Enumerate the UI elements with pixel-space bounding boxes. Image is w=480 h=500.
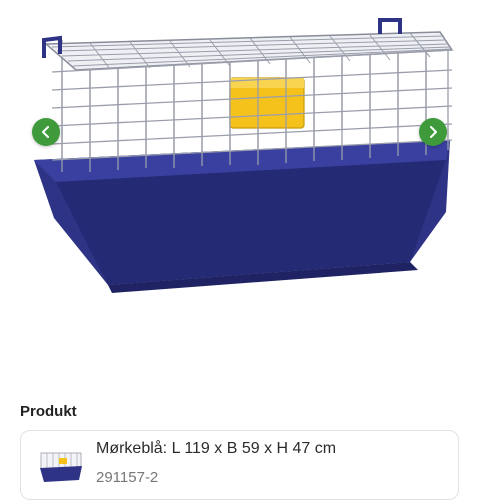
chevron-left-icon <box>42 126 49 138</box>
gallery-next-button[interactable] <box>419 118 447 146</box>
product-section-title: Produkt <box>20 403 77 420</box>
chevron-right-icon <box>430 126 437 138</box>
product-variant-option[interactable]: Mørkeblå: L 119 x B 59 x H 47 cm 291157-… <box>20 430 459 500</box>
variant-sku: 291157-2 <box>96 469 159 486</box>
gallery-prev-button[interactable] <box>32 118 60 146</box>
variant-name: Mørkeblå: L 119 x B 59 x H 47 cm <box>96 440 337 457</box>
product-image <box>34 18 454 293</box>
product-image-gallery[interactable] <box>0 0 480 305</box>
